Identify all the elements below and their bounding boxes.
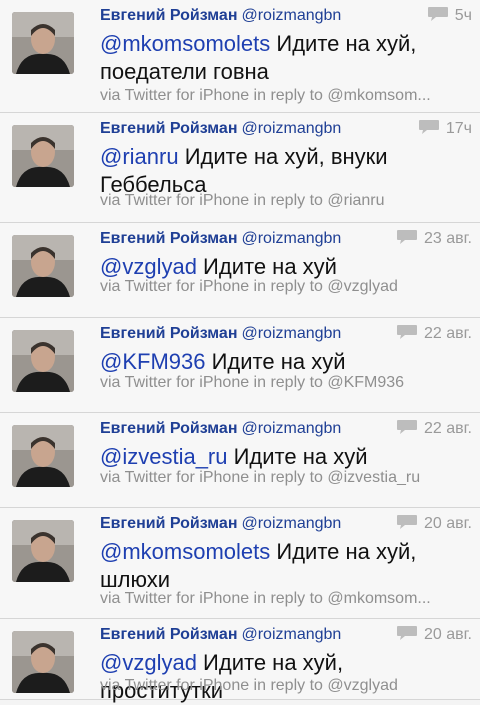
author-name[interactable]: Евгений Ройзман (100, 515, 237, 532)
mention-link[interactable]: @mkomsomolets (100, 31, 270, 56)
tweet-meta: 17ч (418, 117, 472, 141)
via-line: via Twitter for iPhone in reply to @vzgl… (100, 677, 398, 694)
tweet-text: @izvestia_ru Идите на хуй (100, 443, 472, 471)
mention-link[interactable]: @rianru (100, 144, 179, 169)
author-handle[interactable]: @roizmangbn (241, 120, 341, 137)
author-handle[interactable]: @roizmangbn (241, 515, 341, 532)
author-handle[interactable]: @roizmangbn (241, 626, 341, 643)
mention-link[interactable]: @izvestia_ru (100, 444, 228, 469)
author-name[interactable]: Евгений Ройзман (100, 230, 237, 247)
speech-bubble-icon (397, 514, 418, 529)
author-handle[interactable]: @roizmangbn (241, 420, 341, 437)
tweet-time: 23 авг. (424, 230, 472, 247)
via-line: via Twitter for iPhone in reply to @mkom… (100, 87, 431, 104)
tweet-text: @KFM936 Идите на хуй (100, 348, 472, 376)
tweet-text: @vzglyad Идите на хуй (100, 253, 472, 281)
author-handle[interactable]: @roizmangbn (241, 7, 341, 24)
author-name[interactable]: Евгений Ройзман (100, 325, 237, 342)
tweet-meta: 22 авг. (396, 417, 472, 441)
tweet-meta: 5ч (427, 4, 472, 28)
author-handle[interactable]: @roizmangbn (241, 230, 341, 247)
mention-link[interactable]: @vzglyad (100, 650, 197, 675)
mention-link[interactable]: @vzglyad (100, 254, 197, 279)
tweet-time: 20 авг. (424, 626, 472, 643)
tweet-body: Идите на хуй (227, 444, 368, 469)
tweet-item[interactable]: Евгений Ройзман @roizmangbn 22 авг. @izve… (0, 413, 480, 508)
avatar[interactable] (12, 425, 74, 487)
author-name[interactable]: Евгений Ройзман (100, 420, 237, 437)
tweet-item[interactable]: Евгений Ройзман @roizmangbn 23 авг. @vzgl… (0, 223, 480, 318)
tweet-item[interactable]: Евгений Ройзман @roizmangbn 17ч @rianru И… (0, 113, 480, 223)
tweet-item[interactable]: Евгений Ройзман @roizmangbn 22 авг. @KFM9… (0, 318, 480, 413)
tweet-timeline: Евгений Ройзман @roizmangbn 5ч @mkomsomol… (0, 0, 480, 703)
avatar[interactable] (12, 125, 74, 187)
tweet-time: 22 авг. (424, 325, 472, 342)
speech-bubble-icon (397, 229, 418, 244)
speech-bubble-icon (427, 6, 448, 21)
speech-bubble-icon (397, 625, 418, 640)
tweet-item[interactable]: Евгений Ройзман @roizmangbn 5ч @mkomsomol… (0, 0, 480, 113)
via-line: via Twitter for iPhone in reply to @KFM9… (100, 374, 405, 391)
avatar[interactable] (12, 520, 74, 582)
author-name[interactable]: Евгений Ройзман (100, 120, 237, 137)
tweet-item[interactable]: Евгений Ройзман @roizmangbn 20 авг. @vzgl… (0, 619, 480, 703)
avatar[interactable] (12, 235, 74, 297)
via-line: via Twitter for iPhone in reply to @izve… (100, 469, 421, 486)
tweet-meta: 22 авг. (396, 322, 472, 346)
author-name[interactable]: Евгений Ройзман (100, 7, 237, 24)
tweet-meta: 20 авг. (396, 623, 472, 647)
tweet-meta: 23 авг. (396, 227, 472, 251)
tweet-text: @mkomsomolets Идите на хуй, поедатели го… (100, 30, 472, 86)
tweet-time: 22 авг. (424, 420, 472, 437)
via-line: via Twitter for iPhone in reply to @mkom… (100, 590, 431, 607)
mention-link[interactable]: @mkomsomolets (100, 539, 270, 564)
via-line: via Twitter for iPhone in reply to @vzgl… (100, 278, 398, 295)
via-line: via Twitter for iPhone in reply to @rian… (100, 192, 385, 209)
tweet-meta: 20 авг. (396, 512, 472, 536)
author-name[interactable]: Евгений Ройзман (100, 626, 237, 643)
author-handle[interactable]: @roizmangbn (241, 325, 341, 342)
tweet-body: Идите на хуй (196, 254, 337, 279)
mention-link[interactable]: @KFM936 (100, 349, 205, 374)
tweet-item[interactable]: Евгений Ройзман @roizmangbn 20 авг. @mkom… (0, 508, 480, 619)
tweet-time: 20 авг. (424, 515, 472, 532)
avatar[interactable] (12, 631, 74, 693)
speech-bubble-icon (418, 119, 439, 134)
speech-bubble-icon (397, 324, 418, 339)
tweet-text: @mkomsomolets Идите на хуй, шлюхи (100, 538, 472, 594)
avatar[interactable] (12, 330, 74, 392)
tweet-text: @rianru Идите на хуй, внуки Геббельса (100, 143, 472, 199)
tweet-time: 5ч (454, 7, 472, 24)
tweet-time: 17ч (445, 120, 472, 137)
avatar[interactable] (12, 12, 74, 74)
tweet-body: Идите на хуй (205, 349, 346, 374)
speech-bubble-icon (397, 419, 418, 434)
